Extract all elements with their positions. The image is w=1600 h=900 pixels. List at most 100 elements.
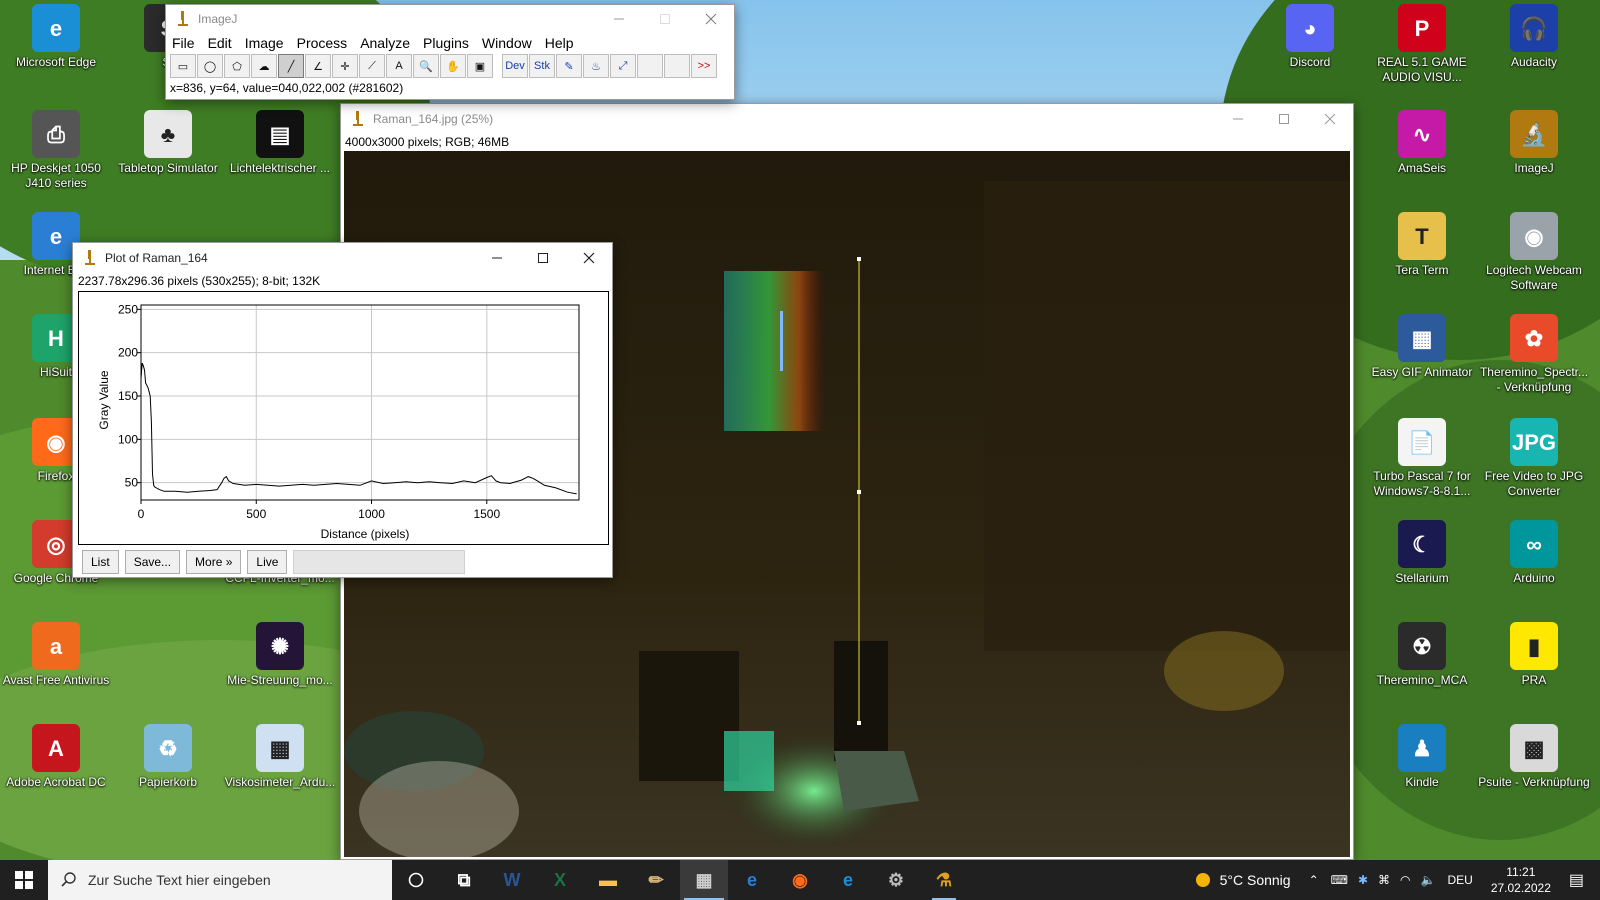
desktop-icon-right-0[interactable]: ◕ Discord: [1254, 4, 1366, 70]
stk-tool[interactable]: Stk: [529, 54, 555, 78]
icon-label: Viskosimeter_Ardu...: [224, 775, 336, 789]
menu-file[interactable]: File: [172, 35, 195, 51]
blank-tool-2[interactable]: [664, 54, 690, 78]
desktop-icon-right-12[interactable]: ∞ Arduino: [1478, 520, 1590, 586]
language-indicator[interactable]: DEU: [1447, 873, 1472, 887]
weather-text[interactable]: 5°C Sonnig: [1220, 872, 1291, 888]
taskbar-app-gear[interactable]: ⚙: [872, 860, 920, 900]
cortana-button[interactable]: [392, 860, 440, 900]
desktop-icon-right-4[interactable]: 🔬 ImageJ: [1478, 110, 1590, 176]
point-tool[interactable]: ✛: [332, 54, 358, 78]
hand-tool[interactable]: ✋: [440, 54, 466, 78]
desktop-icon-right-2[interactable]: 🎧 Audacity: [1478, 4, 1590, 70]
wifi-icon[interactable]: ◠: [1400, 873, 1410, 887]
desktop-icon-right-13[interactable]: ☢ Theremino_MCA: [1366, 622, 1478, 688]
line-tool[interactable]: ╱: [278, 54, 304, 78]
plot-save-button[interactable]: Save...: [124, 550, 181, 574]
desktop-icon-right-9[interactable]: 📄 Turbo Pascal 7 for Windows7-8-8.1...: [1366, 418, 1478, 499]
chevron-up-icon[interactable]: ⌃: [1309, 873, 1319, 887]
polygon-tool[interactable]: ⬠: [224, 54, 250, 78]
desktop-icon-right-6[interactable]: ◉ Logitech Webcam Software: [1478, 212, 1590, 293]
plot-live-button[interactable]: Live: [247, 550, 288, 574]
menu-image[interactable]: Image: [245, 35, 284, 51]
desktop-icon-right-14[interactable]: ▮ PRA: [1478, 622, 1590, 688]
microscope-icon: [353, 111, 363, 126]
app-icon: JPG: [1510, 418, 1558, 466]
close-icon[interactable]: [566, 243, 612, 273]
plot-titlebar[interactable]: Plot of Raman_164: [73, 243, 612, 273]
blank-tool-1[interactable]: [637, 54, 663, 78]
taskbar-imagej-tools[interactable]: ▦: [680, 860, 728, 900]
menu-plugins[interactable]: Plugins: [423, 35, 469, 51]
desktop-icon-right-7[interactable]: ▦ Easy GIF Animator: [1366, 314, 1478, 380]
plot-list-button[interactable]: List: [82, 550, 119, 574]
freehand-tool[interactable]: ☁: [251, 54, 277, 78]
maximize-icon[interactable]: [1261, 104, 1307, 134]
brush-tool[interactable]: ✎: [556, 54, 582, 78]
taskbar-file-explorer[interactable]: ▬: [584, 860, 632, 900]
imagej-main-window[interactable]: ImageJ File Edit Image Process Analyze Plugin…: [165, 4, 735, 100]
start-button[interactable]: [0, 860, 48, 900]
desktop-icon-left-10[interactable]: a Avast Free Antivirus: [0, 622, 112, 688]
angle-tool[interactable]: ∠: [305, 54, 331, 78]
volume-icon[interactable]: 🔈: [1421, 873, 1436, 887]
taskbar-firefox[interactable]: ◉: [776, 860, 824, 900]
desktop-icon-left-3[interactable]: ♣ Tabletop Simulator: [112, 110, 224, 176]
desktop-icon-right-5[interactable]: T Tera Term: [1366, 212, 1478, 278]
plot-more-button[interactable]: More »: [186, 550, 242, 574]
magnifier-tool[interactable]: 🔍: [413, 54, 439, 78]
ime-icon[interactable]: ⌘: [1378, 873, 1390, 887]
desktop-icon-right-1[interactable]: P REAL 5.1 GAME AUDIO VISU...: [1366, 4, 1478, 85]
flood-tool[interactable]: ♨: [583, 54, 609, 78]
desktop-icon-right-3[interactable]: ∿ AmaSeis: [1366, 110, 1478, 176]
menu-edit[interactable]: Edit: [208, 35, 232, 51]
close-icon[interactable]: [1307, 104, 1353, 134]
notification-icon[interactable]: ▤: [1569, 870, 1584, 890]
menu-process[interactable]: Process: [297, 35, 348, 51]
menu-window[interactable]: Window: [482, 35, 532, 51]
wand-tool[interactable]: ⟋: [359, 54, 385, 78]
search-box[interactable]: Zur Suche Text hier eingeben: [48, 860, 392, 900]
desktop-icon-left-4[interactable]: ▤ Lichtelektrischer ...: [224, 110, 336, 176]
desktop-icon-right-8[interactable]: ✿ Theremino_Spectr... - Verknüpfung: [1478, 314, 1590, 395]
close-icon[interactable]: [688, 4, 734, 34]
minimize-icon[interactable]: [474, 243, 520, 273]
pipette-tool[interactable]: ⤢: [610, 54, 636, 78]
taskbar-app-unknown[interactable]: ✏: [632, 860, 680, 900]
maximize-icon[interactable]: [520, 243, 566, 273]
desktop-icon-left-13[interactable]: ♻ Papierkorb: [112, 724, 224, 790]
taskbar-task-view[interactable]: ⧉: [440, 860, 488, 900]
clock[interactable]: 11:21 27.02.2022: [1491, 864, 1551, 896]
menu-help[interactable]: Help: [545, 35, 574, 51]
rectangle-tool[interactable]: ▭: [170, 54, 196, 78]
imagej-titlebar[interactable]: ImageJ: [166, 5, 734, 33]
bluetooth-icon[interactable]: ✱: [1358, 873, 1368, 887]
desktop-icon-right-11[interactable]: ☾ Stellarium: [1366, 520, 1478, 586]
plot-window[interactable]: Plot of Raman_164 2237.78x296.36 pixels …: [72, 242, 613, 578]
minimize-icon[interactable]: [1215, 104, 1261, 134]
network-device-icon[interactable]: ⌨: [1331, 873, 1348, 887]
menu-analyze[interactable]: Analyze: [360, 35, 410, 51]
taskbar-word[interactable]: W: [488, 860, 536, 900]
taskbar-edge[interactable]: e: [824, 860, 872, 900]
desktop-icon-left-12[interactable]: A Adobe Acrobat DC: [0, 724, 112, 790]
desktop-icon-left-2[interactable]: ⎙ HP Deskjet 1050 J410 series: [0, 110, 112, 191]
desktop-icon-left-14[interactable]: ▦ Viskosimeter_Ardu...: [224, 724, 336, 790]
oval-tool[interactable]: ◯: [197, 54, 223, 78]
more-tools[interactable]: >>: [691, 54, 717, 78]
profile-plot[interactable]: 0 500 1000 1500 50 100 150 200 250 Distance (pix…: [79, 292, 608, 544]
minimize-icon[interactable]: [596, 4, 642, 34]
imagej-tools-icon: ▦: [695, 869, 713, 890]
image-window-titlebar[interactable]: Raman_164.jpg (25%): [341, 104, 1353, 134]
desktop-icon-right-10[interactable]: JPG Free Video to JPG Converter: [1478, 418, 1590, 499]
desktop-icon-right-15[interactable]: ♟ Kindle: [1366, 724, 1478, 790]
desktop-icon-left-0[interactable]: e Microsoft Edge: [0, 4, 112, 70]
desktop-icon-right-16[interactable]: ▩ Psuite - Verknüpfung: [1478, 724, 1590, 790]
dev-tool[interactable]: Dev: [502, 54, 528, 78]
desktop-icon-left-11[interactable]: ✺ Mie-Streuung_mo...: [224, 622, 336, 688]
text-tool[interactable]: A: [386, 54, 412, 78]
taskbar-excel[interactable]: X: [536, 860, 584, 900]
color-picker-tool[interactable]: ▣: [467, 54, 493, 78]
taskbar-internet-explorer[interactable]: e: [728, 860, 776, 900]
taskbar-imagej[interactable]: ⚗: [920, 860, 968, 900]
